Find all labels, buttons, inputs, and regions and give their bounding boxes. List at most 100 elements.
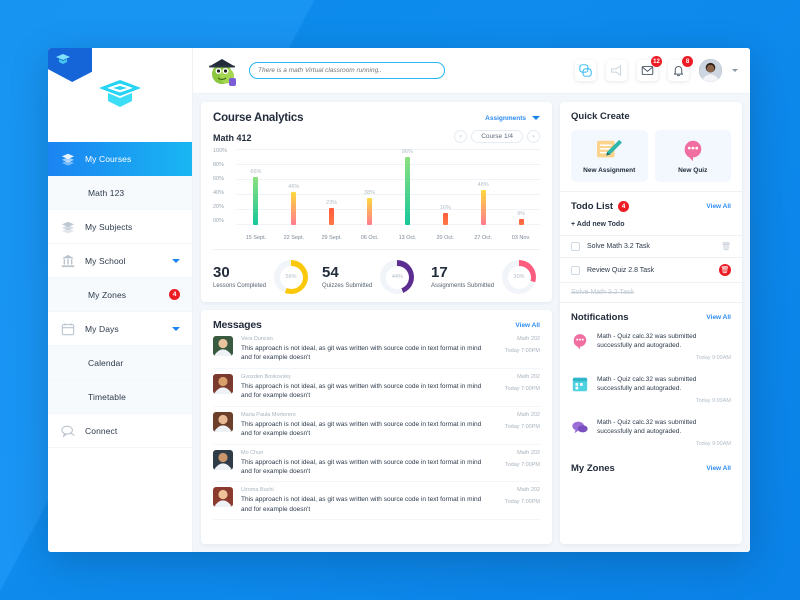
chevron-left-icon[interactable]: ‹ — [454, 130, 467, 143]
mail-icon[interactable]: 12 — [637, 60, 658, 81]
messages-view-all[interactable]: View All — [515, 322, 540, 329]
sidebar-item-my-school[interactable]: My School — [48, 244, 192, 278]
notifications-view-all[interactable]: View All — [706, 314, 731, 321]
bell-icon[interactable]: 8 — [668, 60, 689, 81]
megaphone-icon[interactable] — [606, 60, 627, 81]
bar[interactable] — [329, 208, 334, 225]
sidebar-item-my-subjects[interactable]: My Subjects — [48, 210, 192, 244]
new-quiz-button[interactable]: New Quiz — [655, 130, 732, 182]
chevron-down-icon[interactable] — [532, 116, 540, 120]
left-column: Course Analytics Assignments Math 412 ‹ … — [201, 102, 552, 544]
message-item[interactable]: Gvozden BoskovskyThis approach is not id… — [213, 369, 540, 407]
todo-item[interactable]: Solve Math 3.2 Task — [560, 283, 742, 303]
message-text: This approach is not ideal, as git was w… — [241, 458, 486, 477]
bar-column[interactable]: 38% — [351, 149, 389, 225]
message-meta: Math 202Today 7:00PM — [494, 336, 540, 363]
bar[interactable] — [443, 213, 448, 225]
analytics-filter-dropdown[interactable]: Assignments — [485, 115, 526, 122]
bar[interactable] — [367, 198, 372, 225]
chevron-down-icon[interactable] — [172, 259, 180, 263]
sidebar-item-my-courses[interactable]: My Courses — [48, 142, 192, 176]
bar-column[interactable]: 96% — [389, 149, 427, 225]
message-course: Math 202 — [494, 374, 540, 380]
notification-body: Math - Quiz calc.32 was submitted succes… — [597, 375, 731, 404]
message-text: This approach is not ideal, as git was w… — [241, 344, 486, 363]
chevron-right-icon[interactable]: › — [527, 130, 540, 143]
right-column: Quick Create New Assignment — [560, 102, 742, 544]
bar-column[interactable]: 16% — [426, 149, 464, 225]
message-time: Today 7:00PM — [494, 386, 540, 392]
todo-title: Todo List — [571, 201, 613, 212]
quiz-head-icon — [680, 138, 706, 162]
message-item[interactable]: Mo ChunThis approach is not ideal, as gi… — [213, 445, 540, 483]
stat-item: 17Assignments Submitted30% — [431, 260, 540, 294]
todo-checkbox[interactable] — [571, 266, 580, 275]
trash-icon[interactable]: 🗑 — [721, 242, 731, 251]
my-zones-view-all[interactable]: View All — [706, 465, 731, 472]
chevron-down-icon[interactable] — [732, 69, 738, 72]
bar-column[interactable]: 23% — [313, 149, 351, 225]
bar[interactable] — [405, 157, 410, 225]
x-tick: 03 Nov. — [502, 235, 540, 241]
sidebar-item-connect[interactable]: Connect — [48, 414, 192, 448]
graduation-cap-icon — [97, 77, 143, 113]
message-item[interactable]: Maria Paula MortereroThis approach is no… — [213, 407, 540, 445]
message-text: This approach is not ideal, as git was w… — [241, 382, 486, 401]
notification-item[interactable]: Math - Quiz calc.32 was submitted succes… — [560, 325, 742, 368]
assignment-pen-icon — [595, 138, 623, 162]
notification-item[interactable]: Math - Quiz calc.32 was submitted succes… — [560, 411, 742, 454]
chevron-down-icon[interactable] — [172, 327, 180, 331]
sidebar: My CoursesMath 123My SubjectsMy SchoolMy… — [48, 48, 193, 552]
notification-time: Today 9:00AM — [597, 355, 731, 361]
todo-list: Solve Math 3.2 Task🗑Review Quiz 2.8 Task… — [560, 236, 742, 303]
todo-label: Solve Math 3.2 Task — [587, 243, 714, 250]
bar[interactable] — [291, 192, 296, 225]
message-time: Today 7:00PM — [494, 462, 540, 468]
trash-icon[interactable]: 🗑 — [719, 264, 731, 276]
notification-item[interactable]: Math - Quiz calc.32 was submitted succes… — [560, 368, 742, 411]
bar[interactable] — [519, 219, 524, 225]
message-body: Maria Paula MortereroThis approach is no… — [241, 412, 486, 439]
bar-value-label: 66% — [250, 169, 261, 175]
todo-view-all[interactable]: View All — [706, 203, 731, 210]
sidebar-item-label: Timetable — [88, 392, 180, 402]
bar[interactable] — [253, 177, 258, 225]
bar[interactable] — [481, 190, 486, 225]
bar-value-label: 48% — [478, 182, 489, 188]
notification-body: Math - Quiz calc.32 was submitted succes… — [597, 332, 731, 361]
sidebar-item-calendar[interactable]: Calendar — [48, 346, 192, 380]
messages-list: Vera DuncanThis approach is not ideal, a… — [213, 331, 540, 520]
bar-value-label: 38% — [364, 190, 375, 196]
todo-item[interactable]: Solve Math 3.2 Task 🗑 — [560, 236, 742, 258]
chat-bubbles-icon — [571, 418, 589, 436]
todo-item[interactable]: Review Quiz 2.8 Task🗑 — [560, 258, 742, 283]
message-item[interactable]: Vera DuncanThis approach is not ideal, a… — [213, 331, 540, 369]
sidebar-item-my-zones[interactable]: My Zones4 — [48, 278, 192, 312]
bar-column[interactable]: 9% — [502, 149, 540, 225]
todo-checkbox[interactable] — [571, 242, 580, 251]
add-todo-button[interactable]: + Add new Todo — [560, 214, 742, 236]
bar-column[interactable]: 66% — [237, 149, 275, 225]
new-assignment-button[interactable]: New Assignment — [571, 130, 648, 182]
user-avatar-icon[interactable] — [699, 59, 722, 82]
message-item[interactable]: Uzoma BuchiThis approach is not ideal, a… — [213, 482, 540, 520]
message-course: Math 202 — [494, 412, 540, 418]
bar-column[interactable]: 48% — [464, 149, 502, 225]
notification-text: Math - Quiz calc.32 was submitted succes… — [597, 418, 731, 437]
search-input[interactable] — [258, 67, 436, 74]
notification-time: Today 9:00AM — [597, 441, 731, 447]
sidebar-item-math-123[interactable]: Math 123 — [48, 176, 192, 210]
help-chat-icon[interactable] — [575, 60, 596, 81]
sidebar-item-my-days[interactable]: My Days — [48, 312, 192, 346]
notification-time: Today 9:00AM — [597, 398, 731, 404]
app-window: My CoursesMath 123My SubjectsMy SchoolMy… — [48, 48, 750, 552]
y-tick: 20% — [213, 205, 237, 211]
quick-create-title: Quick Create — [571, 111, 731, 122]
message-body: Vera DuncanThis approach is not ideal, a… — [241, 336, 486, 363]
message-time: Today 7:00PM — [494, 499, 540, 505]
notification-text: Math - Quiz calc.32 was submitted succes… — [597, 375, 731, 394]
sidebar-item-timetable[interactable]: Timetable — [48, 380, 192, 414]
stat-label: Quizzes Submitted — [322, 283, 372, 289]
search-box[interactable] — [249, 62, 445, 79]
bar-column[interactable]: 46% — [275, 149, 313, 225]
